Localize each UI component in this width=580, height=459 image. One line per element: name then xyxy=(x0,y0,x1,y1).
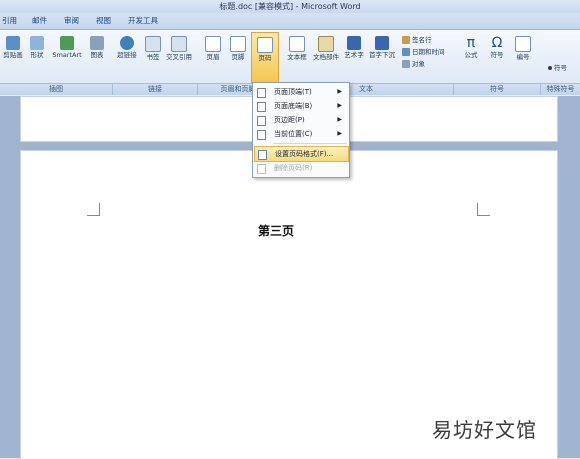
bookmark-button[interactable]: 书签 xyxy=(140,36,166,61)
page-bottom-icon xyxy=(257,102,266,112)
numbering-icon xyxy=(515,36,531,52)
tab-view[interactable]: 视图 xyxy=(96,15,111,27)
globe-icon xyxy=(120,36,134,50)
footer-icon xyxy=(230,36,246,52)
calendar-icon xyxy=(402,48,410,56)
smartart-icon xyxy=(60,36,74,50)
clipart-button[interactable]: 剪贴画 xyxy=(0,36,26,59)
tab-review[interactable]: 审阅 xyxy=(64,15,79,27)
document-page-current[interactable] xyxy=(20,150,558,459)
page-number-button[interactable]: 页码 xyxy=(251,32,279,84)
menu-item-current-position[interactable]: 当前位置(C) ▶ xyxy=(254,127,347,141)
special-symbol-button[interactable]: 符号 xyxy=(548,63,567,73)
tab-mailings[interactable]: 邮件 xyxy=(32,15,47,27)
group-label-special-symbols: 特殊符号 xyxy=(541,84,580,95)
menu-item-top-of-page[interactable]: 页面顶端(T) ▶ xyxy=(254,85,347,99)
equation-button[interactable]: π 公式 xyxy=(458,36,484,59)
footer-button[interactable]: 页脚 xyxy=(225,36,251,61)
crop-mark-left xyxy=(87,203,100,216)
remove-page-number-icon xyxy=(257,164,266,174)
symbol-button[interactable]: Ω 符号 xyxy=(484,36,510,59)
page-margins-icon xyxy=(257,116,266,126)
group-label-links: 链接 xyxy=(113,84,198,95)
header-icon xyxy=(205,36,221,52)
crop-mark-right xyxy=(477,203,490,216)
object-button[interactable]: 对象 xyxy=(402,59,425,69)
menu-item-remove-page-numbers[interactable]: 删除页码(R) xyxy=(254,161,347,175)
textbox-icon xyxy=(289,36,305,52)
page-text[interactable]: 第三页 xyxy=(258,222,294,239)
ribbon: 剪贴画 形状 SmartArt 图表 超链接 书签 交叉引用 页眉 页脚 页码 … xyxy=(0,30,580,84)
chart-button[interactable]: 图表 xyxy=(84,36,110,59)
chart-icon xyxy=(90,36,104,50)
wordart-icon xyxy=(347,36,361,50)
group-label-illustrations: 插图 xyxy=(0,84,113,95)
format-page-number-icon xyxy=(258,150,267,160)
menu-item-format-page-numbers[interactable]: 设置页码格式(F)... xyxy=(254,146,349,162)
quick-parts-icon xyxy=(318,36,334,52)
shapes-icon xyxy=(30,36,44,50)
signature-icon xyxy=(402,36,410,44)
special-symbol-icon xyxy=(548,66,552,70)
submenu-arrow-icon: ▶ xyxy=(337,88,342,95)
submenu-arrow-icon: ▶ xyxy=(337,116,342,123)
clipart-icon xyxy=(6,36,20,50)
page-top-icon xyxy=(257,88,266,98)
menu-separator xyxy=(273,143,347,144)
submenu-arrow-icon: ▶ xyxy=(337,102,342,109)
header-button[interactable]: 页眉 xyxy=(200,36,226,61)
page-number-icon xyxy=(257,37,273,53)
textbox-button[interactable]: 文本框 xyxy=(284,36,310,61)
cross-reference-icon xyxy=(171,36,187,52)
current-position-icon xyxy=(257,130,266,140)
date-time-button[interactable]: 日期和时间 xyxy=(402,47,445,57)
bookmark-icon xyxy=(145,36,161,52)
hyperlink-button[interactable]: 超链接 xyxy=(114,36,140,59)
watermark: 易坊好文馆 xyxy=(432,418,537,442)
pi-icon: π xyxy=(466,35,476,51)
signature-line-button[interactable]: 签名行 xyxy=(402,35,432,45)
omega-icon: Ω xyxy=(491,35,503,51)
menu-item-page-margins[interactable]: 页边距(P) ▶ xyxy=(254,113,347,127)
quick-parts-button[interactable]: 文档部件 xyxy=(311,36,341,61)
drop-cap-icon xyxy=(375,36,389,50)
cross-reference-button[interactable]: 交叉引用 xyxy=(166,36,192,61)
shapes-button[interactable]: 形状 xyxy=(24,36,50,59)
object-icon xyxy=(402,60,410,68)
drop-cap-button[interactable]: 首字下沉 xyxy=(367,36,397,59)
smartart-button[interactable]: SmartArt xyxy=(50,36,84,59)
tab-references[interactable]: 引用 xyxy=(2,15,17,27)
menu-item-bottom-of-page[interactable]: 页面底端(B) ▶ xyxy=(254,99,347,113)
ribbon-tabs: 引用 邮件 审阅 视图 开发工具 xyxy=(0,13,580,30)
window-title: 标题.doc [兼容模式] - Microsoft Word xyxy=(219,2,361,11)
numbering-button[interactable]: 编号 xyxy=(510,36,536,61)
title-bar: 标题.doc [兼容模式] - Microsoft Word xyxy=(0,0,580,13)
page-number-menu: 页面顶端(T) ▶ 页面底端(B) ▶ 页边距(P) ▶ 当前位置(C) ▶ 设… xyxy=(252,82,350,178)
tab-developer[interactable]: 开发工具 xyxy=(128,15,158,27)
group-label-symbols: 符号 xyxy=(454,84,541,95)
wordart-button[interactable]: 艺术字 xyxy=(341,36,367,59)
submenu-arrow-icon: ▶ xyxy=(337,130,342,137)
